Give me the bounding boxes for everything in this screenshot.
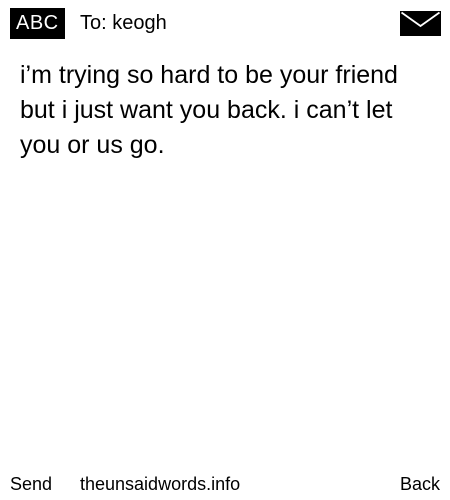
back-button[interactable]: Back [400,470,440,498]
site-link[interactable]: theunsaidwords.info [80,470,240,498]
input-mode-badge[interactable]: ABC [10,8,65,39]
send-button[interactable]: Send [10,470,52,498]
envelope-icon [400,11,441,36]
message-body[interactable]: i’m trying so hard to be your friend but… [20,58,430,163]
recipient-field[interactable]: To: keogh [80,8,167,39]
softkey-bar: Send theunsaidwords.info Back [0,470,450,498]
message-header: ABC To: keogh [0,0,450,46]
